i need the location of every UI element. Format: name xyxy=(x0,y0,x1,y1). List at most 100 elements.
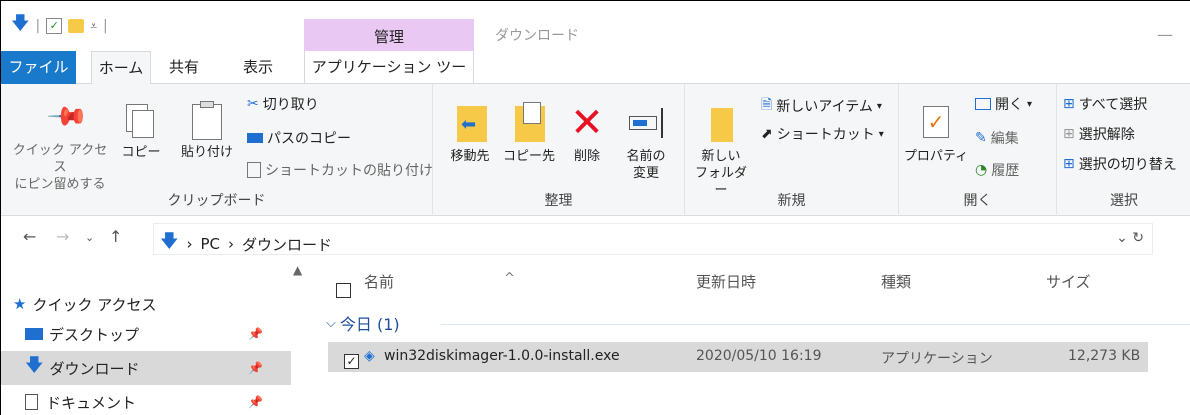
column-name[interactable]: 名前 xyxy=(364,271,394,292)
breadcrumb-downloads[interactable]: ダウンロード xyxy=(242,234,332,255)
downloads-arrow-icon: 🡇 xyxy=(160,231,179,252)
folder-icon xyxy=(693,98,749,148)
copy-label: コピー xyxy=(121,145,161,160)
copy-to-button[interactable]: コピー先 xyxy=(499,98,559,165)
select-group-label: 選択 xyxy=(1110,193,1138,209)
select-none-icon: ⊞ xyxy=(1063,126,1075,142)
history-button[interactable]: ◔ 履歴 xyxy=(975,160,1019,180)
scroll-up-arrow-icon[interactable]: ▲ xyxy=(293,263,302,277)
customize-toolbar-icon[interactable]: ⩡ xyxy=(90,19,97,34)
nav-quick-access[interactable]: ★ クイック アクセス xyxy=(1,287,291,321)
file-name: win32diskimager-1.0.0-install.exe xyxy=(384,348,620,364)
paste-shortcut-button[interactable]: ショートカットの貼り付け xyxy=(247,160,433,180)
invert-selection-button[interactable]: ⊞ 選択の切り替え xyxy=(1063,154,1177,174)
pin-to-quick-access-button[interactable]: 📌 クイック アクセス にピン留めする xyxy=(7,95,113,193)
new-item-icon: 🗎 xyxy=(761,97,773,113)
file-modified: 2020/05/10 16:19 xyxy=(696,348,822,364)
history-icon: ◔ xyxy=(975,162,988,178)
nav-quick-access-label: クイック アクセス xyxy=(32,295,157,314)
new-item-button[interactable]: 🗎 新しいアイテム ▾ xyxy=(761,94,882,118)
address-bar[interactable]: 🡇 › PC › ダウンロード ⌄ ↻ xyxy=(153,223,1153,255)
copy-button[interactable]: コピー xyxy=(116,100,166,161)
path-icon xyxy=(247,133,263,143)
history-label: 履歴 xyxy=(991,163,1020,179)
nav-item-desktop[interactable]: デスクトップ 📌 xyxy=(1,317,291,351)
new-folder-button[interactable]: 新しい フォルダー xyxy=(693,98,749,199)
paste-icon xyxy=(176,100,238,144)
document-icon xyxy=(25,394,38,410)
new-folder-icon[interactable] xyxy=(68,19,85,33)
breadcrumb: 🡇 › PC › ダウンロード xyxy=(160,229,332,259)
breadcrumb-pc[interactable]: PC xyxy=(201,235,221,253)
shortcut-label: ショートカット xyxy=(776,127,875,143)
edit-button[interactable]: ✎ 編集 xyxy=(975,128,1019,148)
star-icon: ★ xyxy=(13,295,27,313)
select-all-button[interactable]: ⊞ すべて選択 xyxy=(1063,94,1147,114)
copy-icon xyxy=(116,100,166,144)
paste-shortcut-icon xyxy=(247,162,261,178)
nav-item-label: ダウンロード xyxy=(49,359,140,378)
address-bar-row: ← → ⌄ ↑ 🡇 › PC › ダウンロード ⌄ ↻ xyxy=(1,217,1190,259)
paste-shortcut-label: ショートカットの貼り付け xyxy=(265,163,433,179)
clipboard-group-label: クリップボード xyxy=(167,193,266,209)
nav-item-label: デスクトップ xyxy=(49,325,140,344)
copy-path-button[interactable]: パスのコピー xyxy=(247,128,351,148)
forward-arrow-icon[interactable]: → xyxy=(56,227,69,246)
new-group-label: 新規 xyxy=(777,193,806,209)
recent-dropdown-icon[interactable]: ⌄ xyxy=(85,231,94,244)
installer-icon: ◈ xyxy=(364,348,375,364)
up-arrow-icon[interactable]: ↑ xyxy=(109,227,122,246)
pin-icon[interactable]: 📌 xyxy=(248,327,263,341)
back-arrow-icon[interactable]: ← xyxy=(23,227,36,246)
window-title: ダウンロード xyxy=(495,28,579,44)
invert-selection-icon: ⊞ xyxy=(1063,156,1075,172)
copy-to-icon xyxy=(499,98,559,148)
nav-item-documents[interactable]: ドキュメント 📌 xyxy=(1,385,291,415)
paste-label: 貼り付け xyxy=(180,145,233,160)
title-bar: 🡇 | ✓ ⩡ | 管理 ダウンロード — xyxy=(1,1,1190,51)
tab-application-tools[interactable]: アプリケーション ツール xyxy=(304,51,474,109)
open-button[interactable]: 開く ▾ xyxy=(975,94,1032,114)
delete-button[interactable]: ✕ 削除 xyxy=(563,98,611,165)
rename-label-line1: 名前の xyxy=(626,149,666,164)
properties-button[interactable]: ✓ プロパティ xyxy=(903,98,969,165)
tab-share[interactable]: 共有 xyxy=(164,51,204,84)
new-item-label: 新しいアイテム xyxy=(776,99,873,115)
column-type[interactable]: 種類 xyxy=(881,271,911,292)
desktop-icon xyxy=(25,328,43,340)
cut-button[interactable]: ✂ 切り取り xyxy=(247,94,319,114)
rename-label-line2: 変更 xyxy=(632,166,659,181)
address-dropdown-icon[interactable]: ⌄ ↻ xyxy=(1116,230,1144,246)
table-row[interactable]: ✓ ◈ win32diskimager-1.0.0-install.exe 20… xyxy=(328,342,1148,372)
shortcut-icon: ⬈ xyxy=(761,126,773,142)
properties-check-icon[interactable]: ✓ xyxy=(46,18,63,34)
column-size[interactable]: サイズ xyxy=(1046,271,1091,292)
minimize-button[interactable]: — xyxy=(1157,25,1173,44)
copy-to-label: コピー先 xyxy=(502,149,555,164)
select-none-button[interactable]: ⊞ 選択解除 xyxy=(1063,124,1135,144)
new-group: 新しい フォルダー 🗎 新しいアイテム ▾ ⬈ ショートカット ▾ 新規 xyxy=(685,84,899,216)
cut-label: 切り取り xyxy=(262,97,319,113)
ribbon-tabs: ファイル ホーム 共有 表示 アプリケーション ツール xyxy=(1,51,1190,109)
delete-label: 削除 xyxy=(573,149,600,164)
shortcut-button[interactable]: ⬈ ショートカット ▾ xyxy=(761,124,884,144)
organize-group-label: 整理 xyxy=(544,193,573,209)
nav-item-downloads[interactable]: 🡇 ダウンロード 📌 xyxy=(1,351,291,385)
file-type: アプリケーション xyxy=(881,351,993,367)
move-to-button[interactable]: ⬅ 移動先 xyxy=(441,98,499,165)
edit-label: 編集 xyxy=(990,131,1019,147)
dropdown-arrow-icon: ▾ xyxy=(1027,98,1033,110)
tab-view[interactable]: 表示 xyxy=(234,51,282,84)
group-header-today[interactable]: ⌵ 今日 (1) xyxy=(326,311,400,335)
properties-icon: ✓ xyxy=(903,98,969,148)
edit-icon: ✎ xyxy=(975,130,987,146)
paste-button[interactable]: 貼り付け xyxy=(176,100,238,161)
column-modified[interactable]: 更新日時 xyxy=(696,271,756,292)
rename-button[interactable]: 名前の 変更 xyxy=(617,98,675,182)
toolbar-separator: | xyxy=(103,18,108,34)
context-group-manage: 管理 xyxy=(304,19,474,51)
tab-home[interactable]: ホーム xyxy=(91,51,151,84)
pin-icon[interactable]: 📌 xyxy=(248,361,263,375)
pin-icon[interactable]: 📌 xyxy=(248,395,263,409)
rename-icon xyxy=(617,98,675,148)
